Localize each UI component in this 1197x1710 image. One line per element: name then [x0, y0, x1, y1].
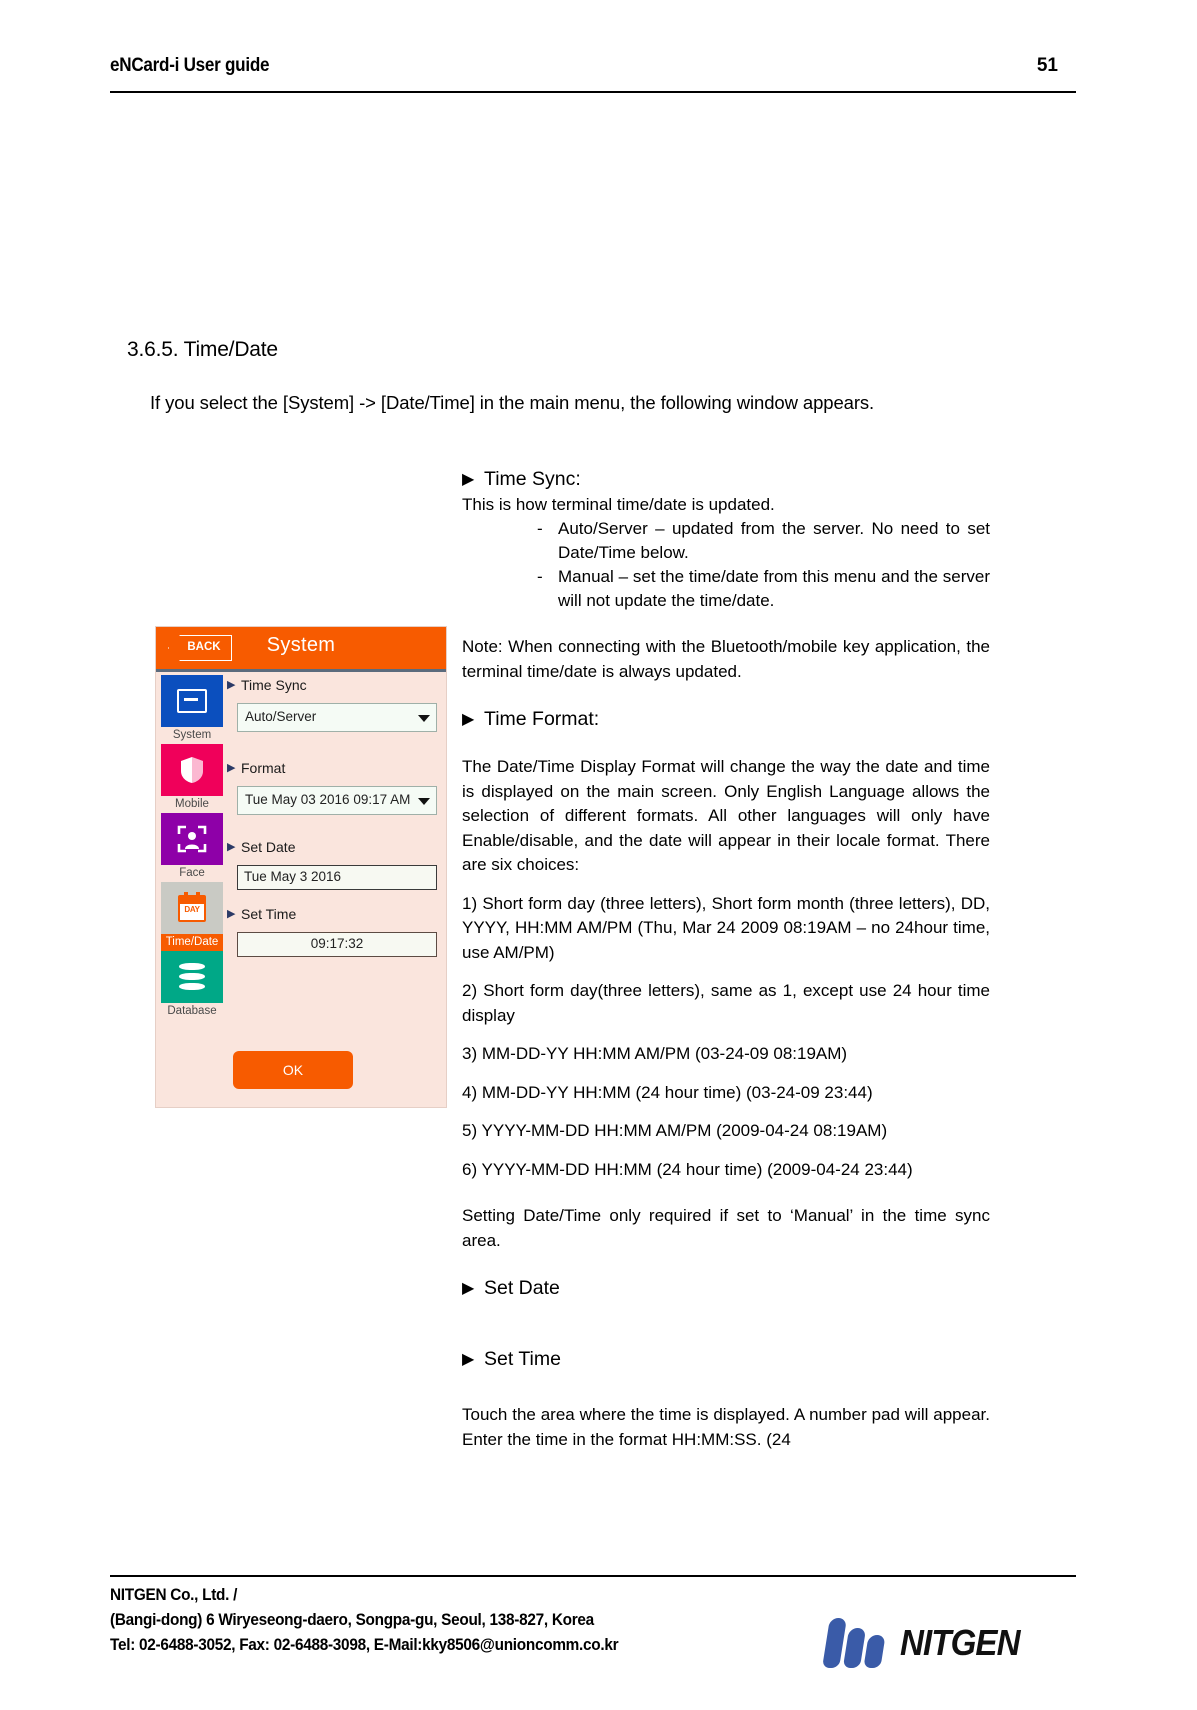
set-time-heading: ▶ Set Time	[462, 1346, 990, 1373]
set-date-heading-label: Set Date	[484, 1277, 560, 1299]
triangle-bullet-icon: ▶	[227, 762, 236, 774]
triangle-bullet-icon: ▶	[462, 471, 475, 488]
set-time-heading-label: Set Time	[484, 1348, 561, 1370]
format-field-label-text: Format	[241, 760, 286, 776]
set-time-input[interactable]: 09:17:32	[237, 932, 437, 957]
page-number: 51	[1036, 55, 1058, 76]
nitgen-logo-wordmark: NITGEN	[900, 1622, 1021, 1663]
list-item-label: Manual – set the time/date from this men…	[558, 567, 990, 610]
format-choice-2: 2) Short form day(three letters), same a…	[462, 981, 990, 1025]
chevron-down-icon	[418, 715, 430, 722]
format-field-label: ▶ Format	[227, 758, 446, 778]
dash-bullet-icon: -	[537, 519, 543, 538]
list-item: - Manual – set the time/date from this m…	[462, 565, 990, 613]
time-format-heading: ▶ Time Format:	[462, 706, 990, 733]
set-date-field-label: ▶ Set Date	[227, 837, 446, 857]
format-choice-6: 6) YYYY-MM-DD HH:MM (24 hour time) (2009…	[462, 1159, 913, 1179]
database-icon	[161, 951, 223, 1003]
sidebar-item-label: Time/Date	[161, 934, 223, 951]
dash-bullet-icon: -	[537, 567, 543, 586]
footer-line-1: NITGEN Co., Ltd. /	[110, 1586, 238, 1604]
time-sync-dropdown-value: Auto/Server	[245, 709, 317, 724]
main-content-column: ▶ Time Sync: This is how terminal time/d…	[462, 466, 990, 1452]
shield-icon	[161, 744, 223, 796]
sidebar-item-system[interactable]: System	[161, 675, 223, 744]
list-item-label: Auto/Server – updated from the server. N…	[558, 519, 990, 562]
nitgen-logo: NITGEN	[822, 1612, 1074, 1672]
sidebar-item-label: Face	[179, 867, 205, 879]
bluetooth-note: Note: When connecting with the Bluetooth…	[462, 637, 990, 681]
document-title: eNCard-i User guide	[110, 55, 270, 76]
sidebar-item-label: Mobile	[175, 798, 209, 810]
sidebar-item-face[interactable]: Face	[161, 813, 223, 882]
triangle-bullet-icon: ▶	[227, 841, 236, 853]
footer-divider	[110, 1575, 1076, 1577]
triangle-bullet-icon: ▶	[462, 1280, 475, 1297]
time-sync-heading: ▶ Time Sync:	[462, 466, 990, 493]
triangle-bullet-icon: ▶	[462, 711, 475, 728]
format-choice-5: 5) YYYY-MM-DD HH:MM AM/PM (2009-04-24 08…	[462, 1121, 888, 1140]
window-icon	[161, 675, 223, 727]
time-sync-heading-label: Time Sync:	[484, 468, 581, 490]
set-time-field-label: ▶ Set Time	[227, 904, 446, 924]
sidebar-item-label: System	[172, 729, 212, 741]
set-date-heading: ▶ Set Date	[462, 1275, 990, 1302]
format-dropdown-value: Tue May 03 2016 09:17 AM	[245, 792, 411, 807]
time-sync-field-label-text: Time Sync	[241, 677, 307, 693]
section-heading: 3.6.5. Time/Date	[127, 338, 278, 361]
list-item: - Auto/Server – updated from the server.…	[462, 517, 990, 565]
set-time-paragraph: Touch the area where the time is display…	[462, 1405, 990, 1449]
manual-note: Setting Date/Time only required if set t…	[462, 1206, 990, 1250]
time-format-heading-label: Time Format:	[484, 708, 600, 730]
device-title: System	[266, 634, 336, 656]
triangle-bullet-icon: ▶	[227, 908, 236, 920]
page-header: eNCard-i User guide 51	[110, 55, 1076, 93]
format-choice-4: 4) MM-DD-YY HH:MM (24 hour time) (03-24-…	[462, 1082, 873, 1102]
sidebar-item-mobile[interactable]: Mobile	[161, 744, 223, 813]
sidebar-item-time-date[interactable]: DAY Time/Date	[161, 882, 223, 951]
device-sidebar: System Mobile Face DAY Time/Date Databas…	[156, 675, 224, 1107]
device-screenshot: BACK System System Mobile Face DAY Time/…	[155, 626, 447, 1108]
time-sync-intro: This is how terminal time/date is update…	[462, 495, 775, 514]
format-choice-1: 1) Short form day (three letters), Short…	[462, 893, 990, 962]
sidebar-item-database[interactable]: Database	[161, 951, 223, 1020]
set-date-field-label-text: Set Date	[241, 839, 296, 855]
footer-line-3: Tel: 02-6488-3052, Fax: 02-6488-3098, E-…	[110, 1636, 619, 1654]
time-sync-field-label: ▶ Time Sync	[227, 675, 446, 695]
intro-paragraph: If you select the [System] -> [Date/Time…	[150, 392, 875, 413]
triangle-bullet-icon: ▶	[462, 1351, 475, 1368]
device-settings-panel: ▶ Time Sync Auto/Server ▶ Format Tue May…	[224, 675, 446, 1107]
nitgen-logo-mark-icon	[822, 1616, 896, 1668]
time-sync-options-list: - Auto/Server – updated from the server.…	[462, 517, 990, 613]
ok-button[interactable]: OK	[233, 1051, 353, 1089]
time-format-paragraph: The Date/Time Display Format will change…	[462, 757, 990, 874]
footer-company-info: NITGEN Co., Ltd. / (Bangi-dong) 6 Wiryes…	[110, 1583, 619, 1658]
format-choice-3: 3) MM-DD-YY HH:MM AM/PM (03-24-09 08:19A…	[462, 1044, 848, 1063]
triangle-bullet-icon: ▶	[227, 679, 236, 691]
footer-line-2: (Bangi-dong) 6 Wiryeseong-daero, Songpa-…	[110, 1611, 594, 1629]
set-date-input[interactable]: Tue May 3 2016	[237, 865, 437, 890]
device-titlebar: BACK System	[156, 627, 446, 672]
sidebar-item-label: Database	[167, 1005, 217, 1017]
chevron-down-icon	[418, 798, 430, 805]
calendar-icon: DAY	[161, 882, 223, 934]
face-scan-icon	[161, 813, 223, 865]
format-dropdown[interactable]: Tue May 03 2016 09:17 AM	[237, 786, 437, 815]
set-time-field-label-text: Set Time	[241, 906, 297, 922]
time-sync-dropdown[interactable]: Auto/Server	[237, 703, 437, 732]
